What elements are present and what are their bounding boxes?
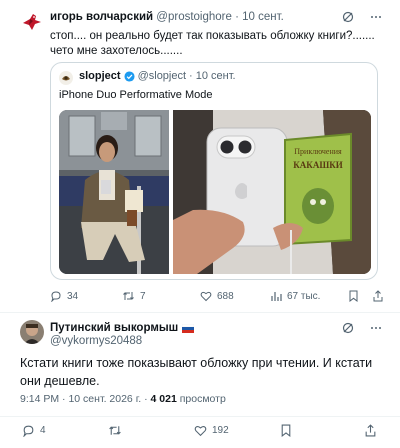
author-name[interactable]: Путинский выкормыш xyxy=(50,322,178,334)
like-count: 688 xyxy=(217,290,234,302)
reply-icon xyxy=(50,290,62,302)
reply-count: 4 xyxy=(40,425,46,436)
retweet-button[interactable]: 7 xyxy=(122,290,146,302)
avatar-putinsky[interactable] xyxy=(20,320,44,344)
like-count: 192 xyxy=(212,425,229,436)
tweet-text: стоп.... он реально будет так показывать… xyxy=(50,30,375,57)
reply-button[interactable]: 34 xyxy=(50,290,78,302)
grok-icon[interactable] xyxy=(342,322,354,334)
separator-dot: · xyxy=(144,393,148,405)
quote-text: iPhone Duo Performative Mode xyxy=(59,89,213,101)
retweet-icon xyxy=(122,290,135,302)
retweet-count: 7 xyxy=(140,290,146,302)
tweet-header: игорь волчарский @prostoighore · 10 сент… xyxy=(50,11,284,23)
quote-date[interactable]: 10 сент. xyxy=(196,70,236,82)
russia-flag-icon xyxy=(182,323,195,333)
like-button[interactable]: 192 xyxy=(194,424,229,437)
tweet-text: Кстати книги тоже показывают обложку при… xyxy=(20,356,373,388)
like-icon xyxy=(194,424,207,437)
separator-dot: · xyxy=(62,393,66,405)
quote-author-name[interactable]: slopject xyxy=(79,70,121,82)
share-button[interactable] xyxy=(364,424,377,437)
author-handle[interactable]: @prostoighore xyxy=(156,11,232,23)
like-button[interactable]: 688 xyxy=(200,290,234,302)
views-count: 67 тыс. xyxy=(287,290,321,302)
more-icon[interactable] xyxy=(370,11,382,23)
book-title-line1: Приключения xyxy=(294,147,342,156)
separator-dot: · xyxy=(189,70,193,82)
quoted-tweet-card[interactable]: slopject @slopject · 10 сент. iPhone Duo… xyxy=(50,62,378,280)
author-name[interactable]: игорь волчарский xyxy=(50,11,153,23)
separator-dot: · xyxy=(235,11,239,23)
retweet-icon xyxy=(108,424,122,437)
reply-button[interactable]: 4 xyxy=(22,424,46,437)
tweet-1: игорь волчарский @prostoighore · 10 сент… xyxy=(0,0,400,314)
quote-header: slopject @slopject · 10 сент. xyxy=(79,70,236,82)
iphone-duo-photo[interactable]: Приключения КАКАШКИ xyxy=(173,110,371,274)
subway-photo[interactable] xyxy=(59,110,169,274)
like-icon xyxy=(200,290,212,302)
share-button[interactable] xyxy=(372,290,384,302)
reply-icon xyxy=(22,424,35,437)
grok-icon[interactable] xyxy=(342,11,354,23)
bookmark-icon xyxy=(348,290,359,302)
quote-author-handle[interactable]: @slopject xyxy=(138,70,186,82)
tweet-meta: 9:14 PM · 10 сент. 2026 г. · 4 021 просм… xyxy=(20,393,226,405)
tweet2-header: Путинский выкормыш xyxy=(50,322,195,334)
divider xyxy=(0,416,400,417)
share-icon xyxy=(372,290,384,302)
tweet2-action-bar: 4 192 xyxy=(0,424,400,442)
bookmark-icon xyxy=(280,424,292,437)
avatar-slopject[interactable] xyxy=(59,71,73,85)
share-icon xyxy=(364,424,377,437)
bookmark-button[interactable] xyxy=(280,424,292,437)
tweet-top-actions xyxy=(342,11,382,23)
verified-badge-icon xyxy=(124,70,135,82)
avatar-igor[interactable] xyxy=(20,10,44,34)
tweet-date[interactable]: 10 сент. 2026 г. xyxy=(68,393,141,405)
author-handle[interactable]: @vykormys20488 xyxy=(50,335,142,347)
bookmark-button[interactable] xyxy=(348,290,359,302)
views-label: просмотр xyxy=(179,393,226,405)
tweet-top-actions xyxy=(342,322,382,334)
more-icon[interactable] xyxy=(370,322,382,334)
retweet-button[interactable] xyxy=(108,424,122,437)
views-count: 4 021 xyxy=(150,393,177,405)
divider xyxy=(0,312,400,313)
views-button[interactable]: 67 тыс. xyxy=(270,290,320,302)
book-title-line2: КАКАШКИ xyxy=(293,160,342,170)
tweet-date[interactable]: 10 сент. xyxy=(242,11,284,23)
reply-count: 34 xyxy=(67,290,79,302)
views-icon xyxy=(270,290,282,302)
tweet-time[interactable]: 9:14 PM xyxy=(20,393,59,405)
tweet-action-bar: 34 7 688 67 тыс. xyxy=(50,290,390,306)
